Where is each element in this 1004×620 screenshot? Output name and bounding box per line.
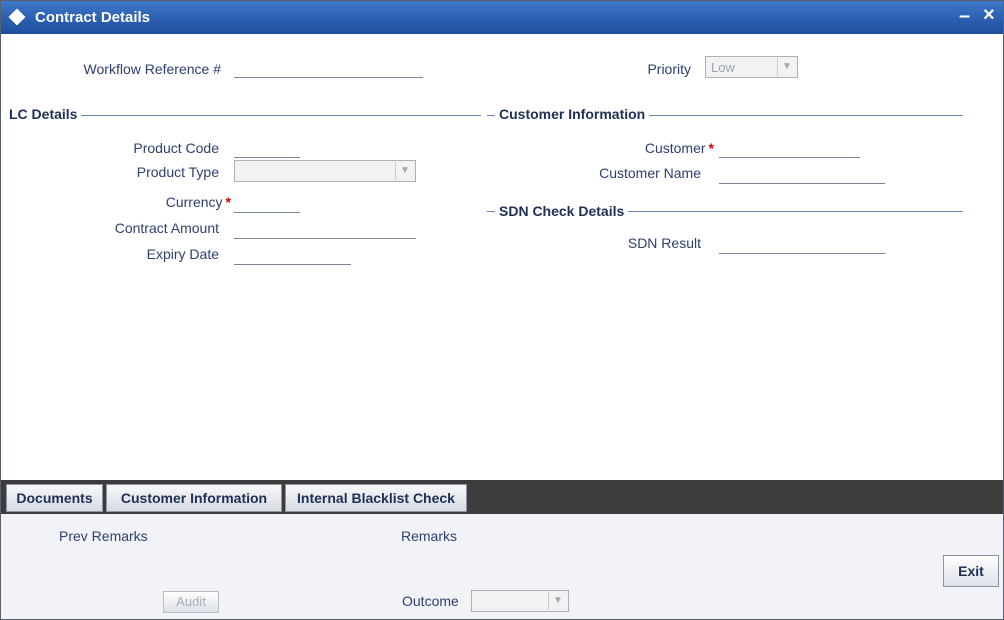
diamond-icon [8, 8, 26, 26]
contract-amount-label: Contract Amount [114, 220, 219, 236]
currency-label-text: Currency [165, 194, 223, 210]
window-title: Contract Details [35, 9, 151, 26]
minimize-button[interactable]: – [959, 5, 970, 28]
expiry-date-label: Expiry Date [146, 246, 219, 262]
sdn-check-title: SDN Check Details [495, 203, 629, 219]
product-type-select[interactable]: ▼ [234, 160, 416, 182]
remarks-label: Remarks [401, 528, 458, 544]
prev-remarks-label: Prev Remarks [59, 528, 148, 544]
required-marker: * [708, 140, 714, 156]
outcome-select[interactable]: ▼ [471, 590, 569, 612]
customer-input[interactable] [719, 139, 860, 158]
product-code-label: Product Code [133, 140, 219, 156]
customer-label: Customer * [521, 140, 714, 156]
tab-internal-blacklist-check[interactable]: Internal Blacklist Check [285, 484, 467, 512]
customer-name-label: Customer Name [599, 165, 701, 181]
lc-details-title: LC Details [5, 106, 82, 122]
priority-label: Priority [647, 61, 691, 77]
sdn-result-input[interactable] [719, 235, 885, 254]
tab-customer-information[interactable]: Customer Information [106, 484, 282, 512]
chevron-down-icon: ▼ [395, 162, 414, 180]
sdn-result-label: SDN Result [627, 235, 701, 251]
exit-button[interactable]: Exit [943, 555, 999, 587]
required-marker: * [225, 194, 231, 210]
tab-bar: Documents Customer Information Internal … [1, 480, 1003, 514]
title-bar: Contract Details – × [1, 1, 1003, 34]
expiry-date-input[interactable] [234, 246, 351, 265]
workflow-reference-label: Workflow Reference # [83, 61, 221, 77]
audit-button[interactable]: Audit [163, 591, 219, 613]
customer-label-text: Customer [644, 140, 706, 156]
customer-name-input[interactable] [719, 165, 885, 184]
chevron-down-icon: ▼ [777, 58, 796, 76]
outcome-label: Outcome [402, 593, 459, 609]
customer-information-title: Customer Information [495, 106, 650, 122]
close-button[interactable]: × [983, 4, 995, 27]
workflow-reference-input[interactable] [234, 59, 423, 78]
footer-panel: Prev Remarks Remarks Audit Outcome ▼ Exi… [1, 514, 1003, 619]
contract-amount-input[interactable] [234, 220, 416, 239]
tab-documents[interactable]: Documents [6, 484, 103, 512]
chevron-down-icon: ▼ [548, 592, 567, 610]
currency-label: Currency * [41, 194, 231, 210]
product-type-label: Product Type [136, 164, 219, 180]
contract-details-window: Contract Details – × Workflow Reference … [0, 0, 1004, 620]
product-code-input[interactable] [234, 139, 300, 158]
priority-select[interactable]: Low ▼ [705, 56, 798, 78]
currency-input[interactable] [234, 194, 300, 213]
priority-value: Low [711, 60, 735, 75]
